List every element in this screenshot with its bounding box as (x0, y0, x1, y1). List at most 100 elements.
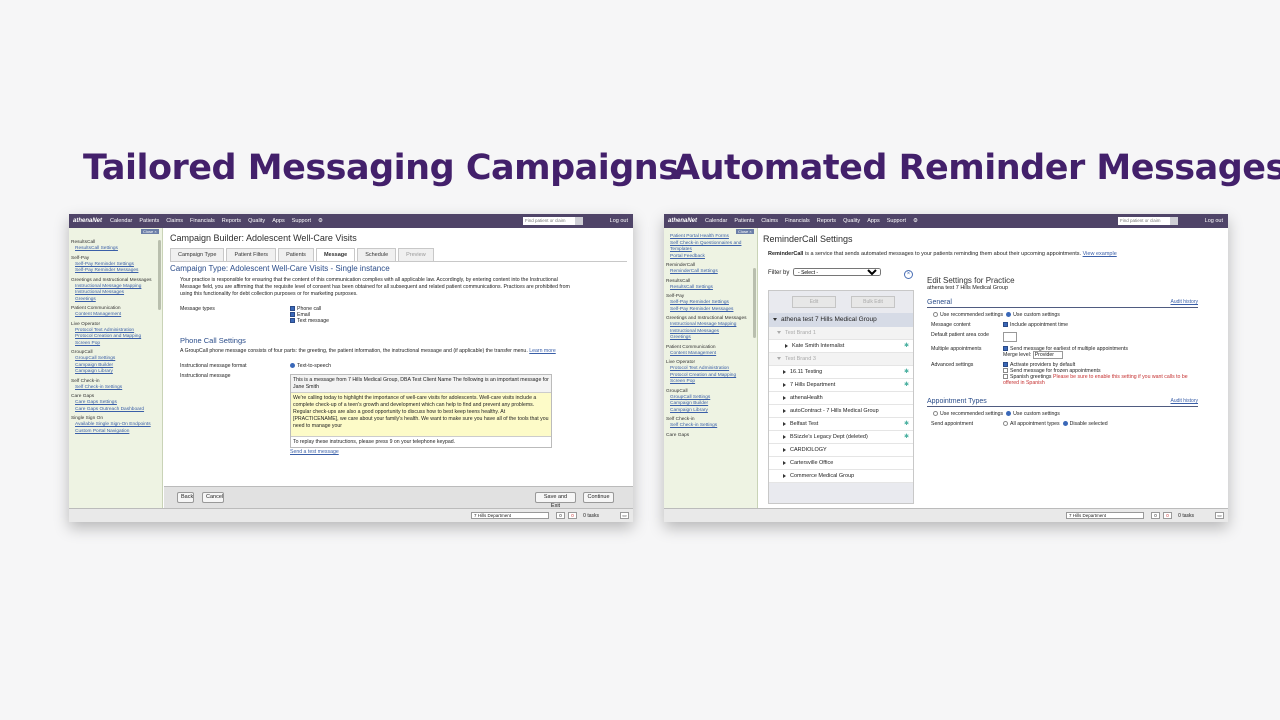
tree-item[interactable]: CARDIOLOGY (769, 444, 913, 457)
tab-preview[interactable]: Preview (398, 248, 434, 261)
patient-search-input[interactable]: Find patient or claim (1118, 217, 1170, 225)
sidebar-link[interactable]: Content Management (666, 351, 755, 358)
close-sidebar-button[interactable]: Close × (141, 229, 159, 234)
custom-option[interactable]: Use custom settings (1006, 312, 1060, 318)
disable-selected-option[interactable]: Disable selected (1062, 421, 1108, 427)
gear-icon[interactable]: ⚙ (913, 218, 918, 224)
audit-history-link[interactable]: Audit history (1170, 398, 1198, 405)
nav-claims[interactable]: Claims (166, 218, 183, 224)
tree-group[interactable]: Test Brand 3 (769, 353, 913, 366)
nav-patients[interactable]: Patients (139, 218, 159, 224)
sidebar-link[interactable]: Greetings (71, 297, 160, 304)
sidebar-link[interactable]: Available Single Sign-On Endpoints (71, 422, 160, 429)
sidebar-link[interactable]: Self Check-in Settings (666, 423, 755, 430)
sidebar-link[interactable]: ResultsCall Settings (666, 285, 755, 292)
search-icon[interactable] (1170, 217, 1178, 225)
filter-select[interactable]: - Select - (793, 268, 882, 276)
sidebar-link[interactable]: Portal Feedback (666, 254, 755, 261)
text-to-speech-option[interactable]: Text-to-speech (290, 363, 331, 369)
logout-link[interactable]: Log out (610, 218, 628, 224)
sidebar-link[interactable]: Self Check-in Questionnaires and Templat… (666, 241, 755, 254)
radio-icon[interactable] (1003, 421, 1008, 427)
back-button[interactable]: Back (177, 492, 194, 503)
checkbox-icon[interactable] (290, 318, 295, 324)
chevron-down-icon[interactable] (777, 357, 781, 361)
sidebar-link[interactable]: Self-Pay Reminder Messages (666, 307, 755, 314)
sidebar-link[interactable]: Care Gaps Outreach Dashboard (71, 407, 160, 414)
sidebar-link[interactable]: Screen Pop (666, 379, 755, 386)
audit-history-link[interactable]: Audit history (1170, 299, 1198, 306)
custom-option[interactable]: Use custom settings (1006, 411, 1060, 417)
sidebar-link[interactable]: Self Check-in Settings (71, 385, 160, 392)
tree-group[interactable]: Test Brand 1 (769, 327, 913, 340)
tab-schedule[interactable]: Schedule (357, 248, 397, 261)
clear-filter-icon[interactable]: × (904, 270, 913, 279)
tab-patient-filters[interactable]: Patient Filters (226, 248, 277, 261)
tree-item[interactable]: athenaHealth (769, 392, 913, 405)
spanish-greetings-option[interactable]: Spanish greetings Please be sure to enab… (1003, 374, 1193, 386)
recommended-option[interactable]: Use recommended settings (933, 411, 1003, 417)
checkbox-icon[interactable] (290, 306, 295, 312)
include-time-option[interactable]: Include appointment time (1003, 322, 1068, 328)
chevron-right-icon[interactable] (785, 343, 788, 348)
tree-item[interactable]: Commerce Medical Group (769, 470, 913, 483)
message-body-textarea[interactable]: We're calling today to highlight the imp… (291, 393, 551, 437)
sidebar-link[interactable]: Content Management (71, 312, 160, 319)
nav-support[interactable]: Support (887, 218, 906, 224)
department-select[interactable]: 7 Hills Department (1066, 512, 1144, 519)
nav-patients[interactable]: Patients (734, 218, 754, 224)
sidebar-link[interactable]: Campaign Library (666, 408, 755, 415)
search-icon[interactable] (575, 217, 583, 225)
area-code-input[interactable] (1003, 332, 1017, 342)
bulk-edit-button[interactable]: Bulk Edit (851, 296, 895, 308)
radio-icon[interactable] (1006, 312, 1012, 318)
nav-reports[interactable]: Reports (222, 218, 241, 224)
merge-level-select[interactable]: Provider (1032, 351, 1064, 359)
chevron-down-icon[interactable] (777, 331, 781, 335)
chevron-right-icon[interactable] (783, 447, 786, 452)
checkbox-icon[interactable] (290, 312, 295, 318)
sidebar-scrollbar[interactable] (753, 268, 756, 338)
chevron-down-icon[interactable] (773, 317, 777, 321)
nav-apps[interactable]: Apps (272, 218, 285, 224)
chevron-right-icon[interactable] (783, 473, 786, 478)
all-types-option[interactable]: All appointment types (1003, 421, 1060, 427)
checkbox-icon[interactable] (1003, 374, 1008, 380)
nav-quality[interactable]: Quality (248, 218, 265, 224)
count-badge[interactable]: 0 (1151, 512, 1160, 519)
chevron-right-icon[interactable] (783, 421, 786, 426)
learn-more-link[interactable]: Learn more (529, 348, 556, 354)
text-message-option[interactable]: Text message (290, 318, 329, 324)
department-select[interactable]: 7 Hills Department (471, 512, 549, 519)
tree-item[interactable]: autoContract - 7 Hills Medical Group (769, 405, 913, 418)
tree-item[interactable]: BSizzle's Legacy Dept (deleted) ✱ (769, 431, 913, 444)
tree-item[interactable]: Belfast Test ✱ (769, 418, 913, 431)
edit-button[interactable]: Edit (792, 296, 836, 308)
view-example-link[interactable]: View example (1083, 251, 1117, 257)
count-badge[interactable]: 0 (556, 512, 565, 519)
nav-reports[interactable]: Reports (817, 218, 836, 224)
nav-apps[interactable]: Apps (867, 218, 880, 224)
tab-patients[interactable]: Patients (278, 248, 314, 261)
messages-icon[interactable]: ▭ (1215, 512, 1224, 519)
continue-button[interactable]: Continue (583, 492, 614, 503)
tab-campaign-type[interactable]: Campaign Type (170, 248, 225, 261)
save-and-exit-button[interactable]: Save and Exit (535, 492, 576, 509)
logout-link[interactable]: Log out (1205, 218, 1223, 224)
sidebar-link[interactable]: Greetings (666, 335, 755, 342)
chevron-right-icon[interactable] (783, 460, 786, 465)
close-sidebar-button[interactable]: Close × (736, 229, 754, 234)
chevron-right-icon[interactable] (783, 434, 786, 439)
nav-financials[interactable]: Financials (190, 218, 215, 224)
checkbox-icon[interactable] (1003, 368, 1008, 374)
sidebar-link[interactable]: Custom Portal Navigation (71, 429, 160, 436)
sidebar-link[interactable]: Self-Pay Reminder Messages (71, 268, 160, 275)
sidebar-link[interactable]: ReminderCall Settings (666, 269, 755, 276)
messages-icon[interactable]: ▭ (620, 512, 629, 519)
radio-icon[interactable] (1006, 411, 1012, 417)
tasks-count[interactable]: 0 tasks (583, 513, 599, 519)
nav-calendar[interactable]: Calendar (110, 218, 132, 224)
patient-search-input[interactable]: Find patient or claim (523, 217, 575, 225)
tree-item[interactable]: Kate Smith Internalist ✱ (769, 340, 913, 353)
tree-root[interactable]: athena test 7 Hills Medical Group (769, 313, 913, 327)
